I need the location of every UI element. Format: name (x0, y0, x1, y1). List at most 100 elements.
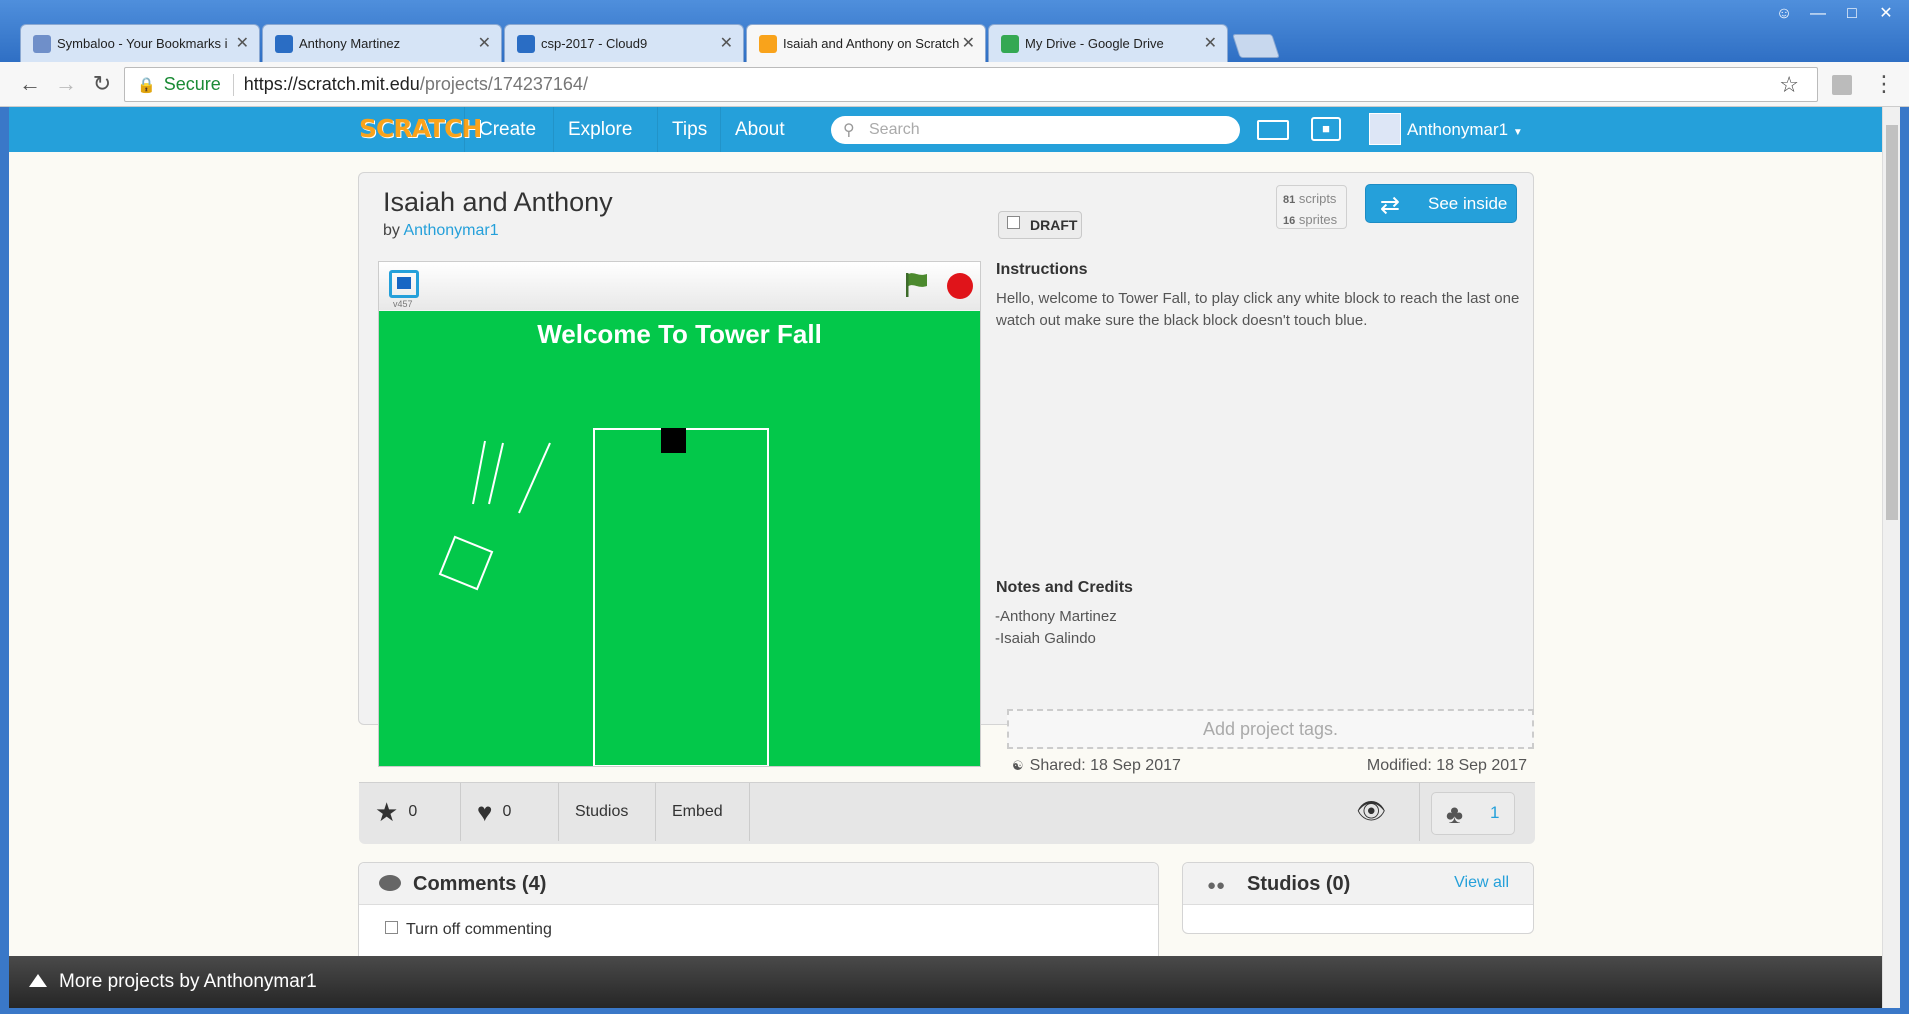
love-button[interactable]: ♥ 0 (461, 783, 559, 841)
tab-title: Symbaloo - Your Bookmarks i (57, 36, 228, 51)
extension-icon[interactable] (1832, 75, 1852, 95)
browser-tab[interactable]: csp-2017 - Cloud9 ✕ (504, 24, 744, 62)
heart-icon: ♥ (477, 797, 493, 827)
expand-up-icon (29, 974, 47, 987)
grid-icon (33, 35, 51, 53)
by-label: by (383, 222, 400, 239)
turn-off-label: Turn off commenting (406, 921, 552, 938)
project-player: v457 Welcome To Tower Fall (378, 261, 981, 767)
people-icon: ●● (1207, 877, 1226, 894)
profile-icon[interactable]: ☺ (1769, 2, 1799, 26)
studios-button[interactable]: Studios (559, 783, 656, 841)
add-tags-input[interactable]: Add project tags. (1007, 709, 1534, 749)
remix-tree-button[interactable]: ♣ 1 (1431, 792, 1515, 835)
scripts-count: 81 (1283, 194, 1296, 206)
more-projects-bar[interactable]: More projects by Anthonymar1 (9, 956, 1882, 1008)
project-byline: by Anthonymar1 (383, 222, 499, 240)
draft-label: DRAFT (1030, 217, 1078, 233)
forward-arrow-icon[interactable]: → (52, 70, 80, 98)
falling-block-sprite[interactable] (438, 535, 494, 591)
instructions-text[interactable]: Hello, welcome to Tower Fall, to play cl… (996, 288, 1526, 332)
motion-line (472, 440, 486, 505)
page-scrollbar[interactable] (1882, 107, 1900, 1008)
tower-sprite[interactable] (593, 428, 769, 766)
instructions-heading: Instructions (996, 261, 1088, 278)
view-all-link[interactable]: View all (1454, 863, 1509, 903)
search-input[interactable]: ⚲ Search (831, 116, 1240, 144)
embed-button[interactable]: Embed (656, 783, 750, 841)
address-bar[interactable]: 🔒 Secure https://scratch.mit.edu/project… (124, 67, 1818, 102)
modified-date: Modified: 18 Sep 2017 (1366, 757, 1527, 774)
bookmark-star-icon[interactable]: ☆ (1779, 72, 1799, 98)
project-stage[interactable]: Welcome To Tower Fall (379, 311, 980, 766)
search-icon: ⚲ (843, 122, 855, 139)
credits-list[interactable]: -Anthony Martinez -Isaiah Galindo (995, 606, 1133, 650)
favorite-button[interactable]: ★ 0 (359, 783, 461, 841)
close-tab-icon[interactable]: ✕ (1204, 33, 1217, 53)
studios-panel: ●● Studios (0) View all (1182, 862, 1534, 934)
page-viewport: SCRATCH Create Explore Tips About ⚲ Sear… (9, 107, 1882, 1008)
url-text: https://scratch.mit.edu/projects/1742371… (244, 74, 588, 95)
studios-heading: Studios (0) (1247, 873, 1351, 895)
scratch-logo[interactable]: SCRATCH (359, 114, 482, 143)
drive-icon (1001, 35, 1019, 53)
account-menu[interactable]: Anthonymar1 ▼ (1407, 107, 1523, 152)
window-titlebar: ☺ — □ ✕ Symbaloo - Your Bookmarks i ✕ An… (0, 0, 1909, 62)
tab-title: csp-2017 - Cloud9 (541, 36, 648, 51)
back-arrow-icon[interactable]: ← (16, 70, 44, 98)
url-path: /projects/174237164/ (419, 74, 588, 94)
favorite-count: 0 (408, 803, 418, 821)
author-link[interactable]: Anthonymar1 (403, 222, 498, 239)
nav-explore[interactable]: Explore (553, 107, 646, 152)
more-projects-label: More projects by Anthonymar1 (59, 971, 317, 992)
browser-tab-active[interactable]: Isaiah and Anthony on Scratch ✕ (746, 24, 986, 62)
lock-icon: 🔒 (137, 76, 156, 94)
shared-date-text: Shared: 18 Sep 2017 (1029, 757, 1181, 774)
messages-icon[interactable] (1257, 120, 1289, 140)
shared-date: ☯ Shared: 18 Sep 2017 (1012, 757, 1181, 775)
avatar[interactable] (1369, 113, 1401, 145)
green-flag-icon[interactable] (905, 272, 929, 298)
my-stuff-icon[interactable]: ■ (1311, 117, 1341, 141)
turn-off-checkbox[interactable] (385, 920, 398, 934)
close-tab-icon[interactable]: ✕ (962, 33, 975, 53)
chevron-down-icon: ▼ (1512, 127, 1523, 138)
nav-tips[interactable]: Tips (657, 107, 721, 152)
views-counter: 👁7 (1340, 783, 1420, 878)
fullscreen-icon[interactable] (389, 270, 419, 298)
draft-checkbox[interactable] (1007, 215, 1020, 229)
nav-create[interactable]: Create (464, 107, 550, 152)
nav-about[interactable]: About (720, 107, 799, 152)
cloud9-icon (517, 35, 535, 53)
browser-tab[interactable]: Symbaloo - Your Bookmarks i ✕ (20, 24, 260, 62)
black-block-sprite[interactable] (661, 428, 686, 453)
reload-icon[interactable]: ↻ (88, 70, 116, 98)
new-tab-button[interactable] (1232, 34, 1280, 58)
tab-title: My Drive - Google Drive (1025, 36, 1164, 51)
share-icon: ☯ (1012, 758, 1024, 773)
draft-badge[interactable]: DRAFT (998, 211, 1082, 239)
close-window-button[interactable]: ✕ (1871, 2, 1901, 26)
turn-off-commenting[interactable]: Turn off commenting (385, 920, 552, 939)
scrollbar-thumb[interactable] (1886, 125, 1898, 520)
see-inside-button[interactable]: ⇄ See inside (1365, 184, 1517, 223)
comments-heading: Comments (4) (413, 873, 547, 895)
tab-strip: Symbaloo - Your Bookmarks i ✕ Anthony Ma… (20, 24, 1280, 62)
close-tab-icon[interactable]: ✕ (720, 33, 733, 53)
stage-sprites (438, 428, 769, 766)
browser-tab[interactable]: My Drive - Google Drive ✕ (988, 24, 1228, 62)
username: Anthonymar1 (1407, 120, 1509, 139)
project-notes: Instructions Hello, welcome to Tower Fal… (995, 261, 1526, 647)
minimize-button[interactable]: — (1803, 2, 1833, 26)
eye-icon: 👁 (1356, 798, 1387, 825)
close-tab-icon[interactable]: ✕ (236, 33, 249, 53)
project-title[interactable]: Isaiah and Anthony (383, 187, 613, 218)
browser-menu-icon[interactable]: ⋮ (1873, 71, 1895, 97)
see-inside-label: See inside (1428, 193, 1508, 213)
close-tab-icon[interactable]: ✕ (478, 33, 491, 53)
browser-tab[interactable]: Anthony Martinez ✕ (262, 24, 502, 62)
stop-icon[interactable] (947, 273, 973, 299)
maximize-button[interactable]: □ (1837, 2, 1867, 26)
search-placeholder: Search (869, 121, 920, 138)
secure-label: Secure (163, 74, 221, 94)
